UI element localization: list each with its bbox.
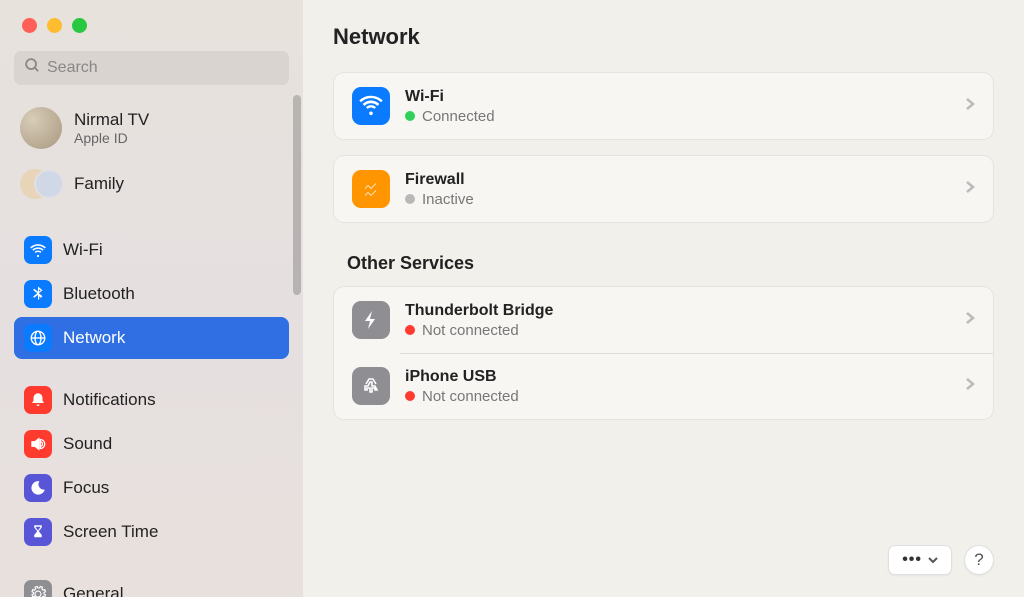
family-label: Family bbox=[74, 174, 124, 194]
scrollbar-thumb[interactable] bbox=[293, 95, 301, 295]
bluetooth-icon bbox=[24, 280, 52, 308]
window-controls bbox=[0, 0, 303, 33]
firewall-icon bbox=[352, 170, 390, 208]
sidebar: Nirmal TV Apple ID Family Wi-Fi Bl bbox=[0, 0, 303, 597]
service-row-firewall[interactable]: Firewall Inactive bbox=[334, 156, 993, 222]
globe-icon bbox=[24, 324, 52, 352]
sidebar-item-appleid[interactable]: Nirmal TV Apple ID bbox=[14, 99, 289, 157]
help-icon: ? bbox=[974, 550, 983, 570]
service-row-thunderbolt[interactable]: Thunderbolt Bridge Not connected bbox=[334, 287, 993, 353]
nav-label: Bluetooth bbox=[63, 284, 135, 304]
service-status: Inactive bbox=[405, 191, 950, 208]
minimize-window-button[interactable] bbox=[47, 18, 62, 33]
bottom-actions: ••• ? bbox=[888, 545, 994, 575]
service-title: Wi-Fi bbox=[405, 88, 950, 106]
user-name: Nirmal TV bbox=[74, 110, 149, 130]
user-text: Nirmal TV Apple ID bbox=[74, 110, 149, 146]
help-button[interactable]: ? bbox=[964, 545, 994, 575]
sidebar-item-focus[interactable]: Focus bbox=[14, 467, 289, 509]
chevron-right-icon bbox=[965, 310, 975, 330]
nav-label: Network bbox=[63, 328, 125, 348]
iphone-usb-icon bbox=[352, 367, 390, 405]
status-dot-red bbox=[405, 391, 415, 401]
primary-services-group: Wi-Fi Connected bbox=[333, 72, 994, 140]
wifi-icon bbox=[352, 87, 390, 125]
gear-icon bbox=[24, 580, 52, 597]
sidebar-item-notifications[interactable]: Notifications bbox=[14, 379, 289, 421]
nav-label: General bbox=[63, 584, 123, 597]
hourglass-icon bbox=[24, 518, 52, 546]
main-content: Network Wi-Fi Connected F bbox=[303, 0, 1024, 597]
family-avatar bbox=[20, 165, 62, 203]
sidebar-item-screentime[interactable]: Screen Time bbox=[14, 511, 289, 553]
other-services-group: Thunderbolt Bridge Not connected iPhone … bbox=[333, 286, 994, 420]
service-row-iphone[interactable]: iPhone USB Not connected bbox=[334, 353, 993, 419]
nav-label: Screen Time bbox=[63, 522, 158, 542]
search-icon bbox=[24, 57, 41, 79]
status-dot-red bbox=[405, 325, 415, 335]
service-row-wifi[interactable]: Wi-Fi Connected bbox=[334, 73, 993, 139]
search-input[interactable] bbox=[47, 59, 279, 77]
chevron-right-icon bbox=[965, 179, 975, 199]
chevron-right-icon bbox=[965, 376, 975, 396]
user-sub: Apple ID bbox=[74, 130, 149, 146]
sidebar-item-bluetooth[interactable]: Bluetooth bbox=[14, 273, 289, 315]
moon-icon bbox=[24, 474, 52, 502]
chevron-right-icon bbox=[965, 96, 975, 116]
sidebar-scroll[interactable]: Nirmal TV Apple ID Family Wi-Fi Bl bbox=[0, 95, 303, 597]
close-window-button[interactable] bbox=[22, 18, 37, 33]
sidebar-item-wifi[interactable]: Wi-Fi bbox=[14, 229, 289, 271]
sidebar-item-sound[interactable]: Sound bbox=[14, 423, 289, 465]
search-container bbox=[0, 33, 303, 95]
sidebar-item-family[interactable]: Family bbox=[14, 157, 289, 211]
status-dot-gray bbox=[405, 194, 415, 204]
page-title: Network bbox=[333, 24, 994, 50]
thunderbolt-icon bbox=[352, 301, 390, 339]
firewall-group: Firewall Inactive bbox=[333, 155, 994, 223]
chevron-down-icon bbox=[928, 551, 938, 569]
wifi-icon bbox=[24, 236, 52, 264]
nav-label: Sound bbox=[63, 434, 112, 454]
nav-label: Wi-Fi bbox=[63, 240, 103, 260]
service-title: Thunderbolt Bridge bbox=[405, 302, 950, 320]
nav-label: Notifications bbox=[63, 390, 156, 410]
sidebar-item-general[interactable]: General bbox=[14, 573, 289, 597]
ellipsis-icon: ••• bbox=[902, 551, 922, 569]
speaker-icon bbox=[24, 430, 52, 458]
bell-icon bbox=[24, 386, 52, 414]
other-services-header: Other Services bbox=[347, 253, 994, 274]
maximize-window-button[interactable] bbox=[72, 18, 87, 33]
more-actions-button[interactable]: ••• bbox=[888, 545, 952, 575]
service-status: Connected bbox=[405, 108, 950, 125]
search-box[interactable] bbox=[14, 51, 289, 85]
nav-label: Focus bbox=[63, 478, 109, 498]
sidebar-item-network[interactable]: Network bbox=[14, 317, 289, 359]
avatar bbox=[20, 107, 62, 149]
status-dot-green bbox=[405, 111, 415, 121]
service-title: Firewall bbox=[405, 171, 950, 189]
service-title: iPhone USB bbox=[405, 368, 950, 386]
service-status: Not connected bbox=[405, 388, 950, 405]
service-status: Not connected bbox=[405, 322, 950, 339]
